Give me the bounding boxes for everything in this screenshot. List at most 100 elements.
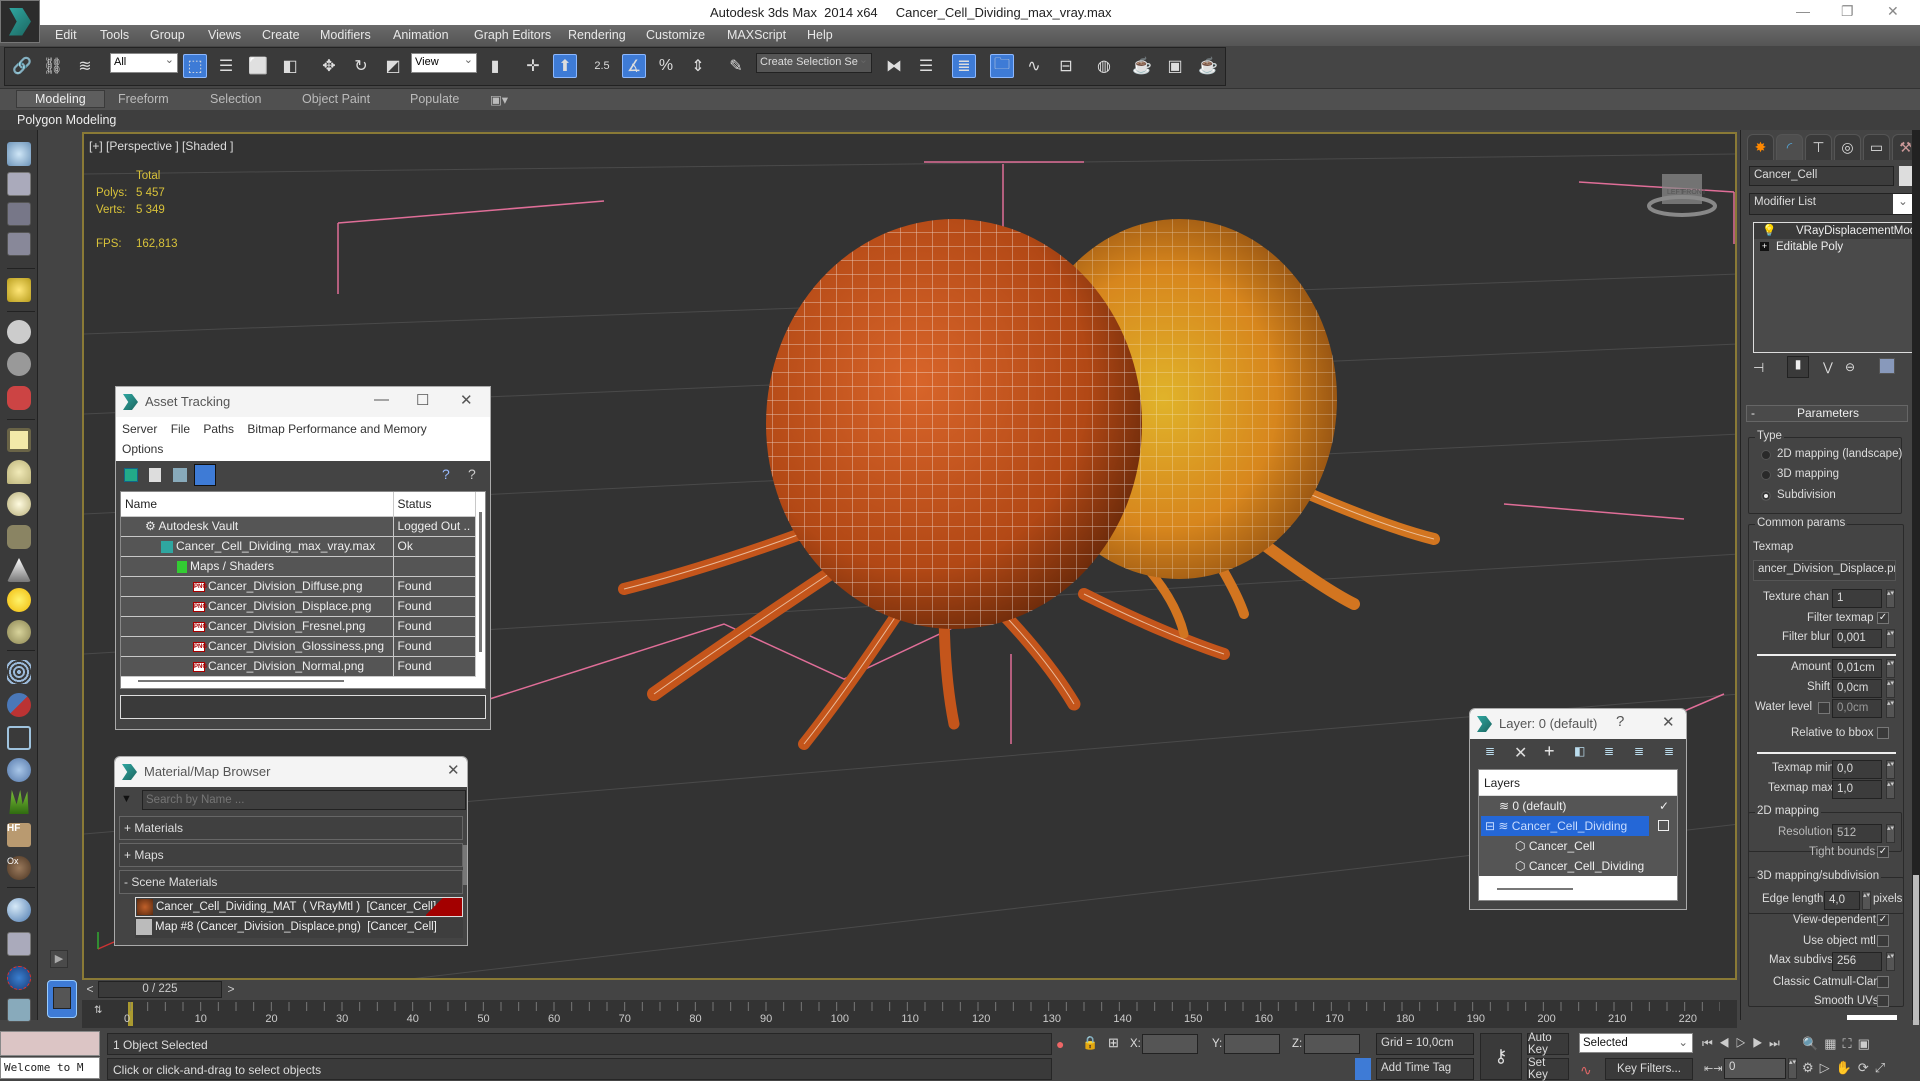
help-online-icon[interactable]: ?	[442, 466, 450, 482]
modifier-stack-item[interactable]: + Editable Poly	[1754, 239, 1913, 255]
ribbon-tab-freeform[interactable]: Freeform	[118, 92, 169, 106]
texture-chan-input[interactable]: 1	[1832, 589, 1882, 608]
texmap-max-input[interactable]: 1,0	[1832, 780, 1882, 799]
display-tab-icon[interactable]: ▭	[1863, 134, 1890, 160]
window-crossing-icon[interactable]: ◧	[278, 54, 302, 78]
make-unique-icon[interactable]: ⋁	[1823, 360, 1833, 374]
texmap-button[interactable]: ancer_Division_Displace.png)	[1753, 560, 1896, 581]
layer-row[interactable]: ≋ 0 (default) ✓	[1479, 796, 1677, 816]
material-search-input[interactable]	[142, 790, 466, 810]
create-layer-icon[interactable]: ≣	[1485, 744, 1495, 758]
select-by-name-icon[interactable]: ☰	[214, 54, 238, 78]
close-button[interactable]: ✕	[1887, 3, 1899, 20]
proxy-icon[interactable]	[7, 726, 31, 750]
material-sphere-icon[interactable]	[7, 898, 31, 922]
menu-views[interactable]: Views	[208, 28, 241, 42]
snaps-toggle-icon[interactable]: 2.5	[590, 54, 614, 78]
shift-input[interactable]: 0,0cm	[1832, 679, 1882, 698]
ribbon-tab-modeling[interactable]: Modeling	[16, 90, 105, 108]
sun-icon[interactable]	[7, 588, 31, 612]
table-row[interactable]: ⚙ Autodesk Vault Logged Out ..	[121, 516, 476, 537]
light-lister-icon[interactable]	[7, 278, 31, 302]
lightbulb-icon[interactable]: 💡	[1762, 223, 1776, 239]
bind-space-warp-icon[interactable]: ≋	[73, 54, 97, 78]
select-and-link-icon[interactable]: 🔗	[10, 54, 34, 78]
rendered-frame-window-icon[interactable]: ▣	[1163, 54, 1187, 78]
minimize-button[interactable]: —	[374, 391, 389, 408]
ribbon-tab-populate[interactable]: Populate	[410, 92, 459, 106]
command-panel-scrollbar[interactable]	[1912, 130, 1920, 1025]
table-row[interactable]: PNGCancer_Division_Fresnel.png Found	[121, 616, 476, 637]
polygon-modeling-label[interactable]: Polygon Modeling	[17, 113, 116, 127]
select-and-scale-icon[interactable]: ◩	[381, 54, 405, 78]
modifier-list-dropdown[interactable]: Modifier List ⌄	[1749, 193, 1914, 215]
percent-snap-icon[interactable]: %	[654, 54, 678, 78]
ribbon-options-icon[interactable]: ▣▾	[490, 92, 508, 107]
object-name-field[interactable]: Cancer_Cell	[1749, 166, 1894, 186]
absolute-mode-icon[interactable]: ⊞	[1108, 1035, 1119, 1051]
grass-icon[interactable]	[9, 790, 29, 814]
schematic-view-icon[interactable]: ⊟	[1054, 54, 1078, 78]
fur-icon[interactable]	[7, 758, 31, 782]
key-mode-toggle-icon[interactable]: ⇤⇥	[1704, 1062, 1722, 1075]
asset-path-field[interactable]	[120, 695, 486, 719]
filter-blur-input[interactable]: 0,001	[1832, 629, 1882, 648]
panel-icon[interactable]	[7, 202, 31, 226]
close-button[interactable]: ✕	[1662, 713, 1675, 731]
edge-length-spinner[interactable]: ▴▾	[1862, 891, 1871, 910]
layers-column-header[interactable]: Layers	[1479, 770, 1677, 796]
selection-filter-dropdown[interactable]: All	[110, 53, 178, 73]
configure-modifier-sets-icon[interactable]	[1879, 358, 1895, 374]
minimize-button[interactable]: —	[1796, 3, 1810, 19]
camera-red-icon[interactable]	[7, 386, 31, 410]
scene-explorer-icon[interactable]: 🗀	[990, 54, 1014, 78]
mesh-light-icon[interactable]	[7, 525, 31, 549]
layer-object-row[interactable]: ⬡ Cancer_Cell_Dividing	[1479, 856, 1677, 876]
maximize-button[interactable]: ☐	[416, 391, 429, 409]
amount-input[interactable]: 0,01cm	[1832, 659, 1882, 678]
keyboard-shortcut-override-icon[interactable]: ⬆	[553, 54, 577, 78]
help-button[interactable]: ?	[1616, 713, 1624, 730]
viewport-label[interactable]: [+] [Perspective ] [Shaded ]	[89, 139, 233, 153]
menu-options[interactable]: Options	[122, 442, 163, 456]
curve-editor-icon[interactable]: ∿	[1022, 54, 1046, 78]
ornatrix-icon[interactable]: Ox	[7, 856, 31, 880]
material-browser-titlebar[interactable]: Material/Map Browser ✕	[115, 757, 467, 787]
time-slider-next[interactable]: >	[223, 981, 239, 998]
current-frame-spinner[interactable]: ▴▾	[1788, 1058, 1797, 1079]
freeze-icon[interactable]: ≣	[1664, 744, 1674, 758]
column-name[interactable]: Name	[121, 492, 394, 517]
material-item[interactable]: Cancer_Cell_Dividing_MAT ( VRayMtl ) [Ca…	[135, 897, 463, 917]
remove-modifier-icon[interactable]: ⊖	[1845, 360, 1855, 374]
highlight-selected-icon[interactable]: ≣	[1604, 744, 1614, 758]
app-menu-button[interactable]	[0, 0, 40, 43]
named-selection-dropdown[interactable]: Create Selection Se	[756, 53, 872, 73]
horizontal-scrollbar[interactable]	[138, 680, 344, 682]
show-end-result-icon[interactable]: ▮	[1787, 356, 1809, 378]
table-panel-icon[interactable]	[7, 232, 31, 256]
menu-help[interactable]: Help	[807, 28, 833, 42]
water-level-input[interactable]: 0,0cm	[1832, 699, 1882, 718]
current-frame-input[interactable]: 0	[1724, 1058, 1786, 1079]
select-and-rotate-icon[interactable]: ↻	[349, 54, 373, 78]
menu-file[interactable]: File	[171, 422, 190, 436]
modify-tab-icon[interactable]: ◜	[1776, 134, 1803, 160]
menu-graph-editors[interactable]: Graph Editors	[474, 28, 551, 42]
render-production-icon[interactable]: ☕	[1196, 54, 1220, 78]
maps-group[interactable]: + Maps	[119, 843, 463, 867]
pin-stack-icon[interactable]: ⊣	[1753, 360, 1764, 376]
maximize-viewport-icon[interactable]: ⤢	[1875, 1060, 1891, 1075]
expand-left-bar-button[interactable]: ▶	[50, 950, 68, 968]
modifier-stack-item[interactable]: 💡 VRayDisplacementMod	[1754, 223, 1916, 239]
menu-server[interactable]: Server	[122, 422, 157, 436]
vertical-scrollbar[interactable]	[479, 512, 482, 652]
texmap-max-spinner[interactable]: ▴▾	[1886, 780, 1895, 799]
layer-manager-icon[interactable]: ≣	[952, 54, 976, 78]
texmap-min-input[interactable]: 0,0	[1832, 760, 1882, 779]
resolution-spinner[interactable]: ▴▾	[1886, 824, 1895, 843]
water-level-checkbox[interactable]	[1818, 702, 1830, 714]
unlink-icon[interactable]: ⛓	[41, 54, 65, 78]
radio-2d-mapping[interactable]	[1761, 450, 1771, 460]
render-setup-icon[interactable]: ☕	[1130, 54, 1154, 78]
map-item[interactable]: Map #8 (Cancer_Division_Displace.png) [C…	[135, 918, 463, 938]
